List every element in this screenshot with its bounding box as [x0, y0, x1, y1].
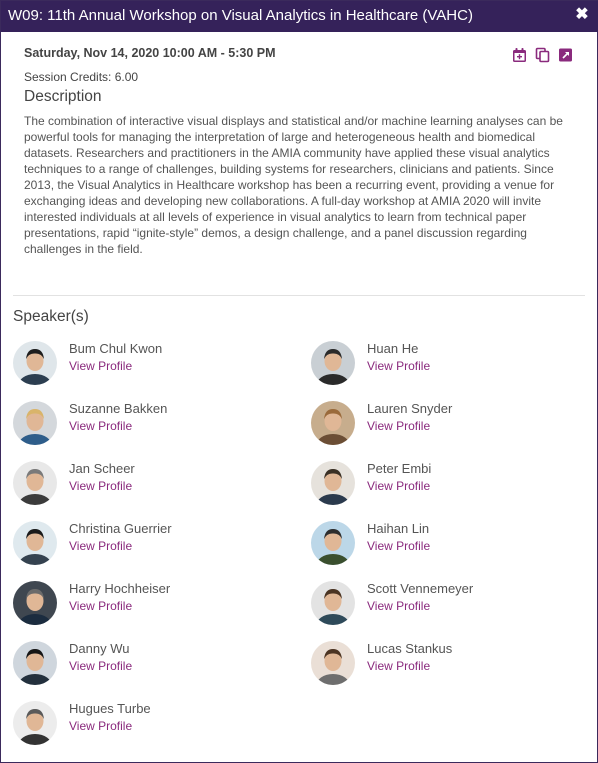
speaker-item: Huan He View Profile [311, 341, 571, 391]
view-profile-link[interactable]: View Profile [367, 659, 430, 673]
speaker-item: Jan Scheer View Profile [13, 461, 273, 511]
view-profile-link[interactable]: View Profile [69, 419, 132, 433]
speaker-avatar [13, 701, 57, 745]
speaker-avatar [311, 641, 355, 685]
modal-titlebar: W09: 11th Annual Workshop on Visual Anal… [1, 1, 598, 32]
speaker-name: Peter Embi [367, 461, 432, 476]
speaker-item: Peter Embi View Profile [311, 461, 571, 511]
speaker-name: Bum Chul Kwon [69, 341, 163, 356]
speaker-avatar [13, 341, 57, 385]
speaker-avatar [13, 401, 57, 445]
speaker-name: Jan Scheer [69, 461, 135, 476]
speaker-name: Huan He [367, 341, 419, 356]
speaker-item: Suzanne Bakken View Profile [13, 401, 273, 451]
speaker-name: Christina Guerrier [69, 521, 172, 536]
speaker-avatar [13, 641, 57, 685]
view-profile-link[interactable]: View Profile [69, 599, 132, 613]
speaker-avatar [311, 341, 355, 385]
speaker-name: Harry Hochheiser [69, 581, 171, 596]
view-profile-link[interactable]: View Profile [69, 479, 132, 493]
speaker-item: Lauren Snyder View Profile [311, 401, 571, 451]
speaker-avatar [311, 521, 355, 565]
speaker-name: Haihan Lin [367, 521, 430, 536]
speaker-item: Bum Chul Kwon View Profile [13, 341, 273, 391]
view-profile-link[interactable]: View Profile [367, 599, 430, 613]
session-credits: Session Credits: 6.00 [24, 70, 139, 84]
session-datetime: Saturday, Nov 14, 2020 10:00 AM - 5:30 P… [24, 46, 276, 60]
speaker-avatar [13, 581, 57, 625]
speakers-heading: Speaker(s) [13, 308, 89, 325]
speaker-item: Harry Hochheiser View Profile [13, 581, 273, 631]
speaker-avatar [311, 461, 355, 505]
section-divider [13, 295, 585, 296]
external-link-icon[interactable] [558, 47, 573, 63]
view-profile-link[interactable]: View Profile [367, 419, 430, 433]
speaker-avatar [13, 521, 57, 565]
speaker-item: Scott Vennemeyer View Profile [311, 581, 571, 631]
view-profile-link[interactable]: View Profile [69, 539, 132, 553]
speaker-item: Danny Wu View Profile [13, 641, 273, 691]
view-profile-link[interactable]: View Profile [69, 659, 132, 673]
session-modal: W09: 11th Annual Workshop on Visual Anal… [0, 0, 598, 763]
view-profile-link[interactable]: View Profile [367, 539, 430, 553]
speaker-item: Haihan Lin View Profile [311, 521, 571, 571]
speaker-avatar [311, 401, 355, 445]
speaker-avatar [13, 461, 57, 505]
session-tools [512, 47, 573, 65]
speaker-name: Danny Wu [69, 641, 130, 656]
speaker-avatar [311, 581, 355, 625]
add-to-calendar-icon[interactable] [512, 47, 527, 63]
modal-title: W09: 11th Annual Workshop on Visual Anal… [8, 7, 473, 24]
speaker-name: Lucas Stankus [367, 641, 453, 656]
speaker-name: Suzanne Bakken [69, 401, 168, 416]
speaker-item: Christina Guerrier View Profile [13, 521, 273, 571]
speaker-name: Scott Vennemeyer [367, 581, 474, 596]
description-heading: Description [24, 88, 102, 105]
view-profile-link[interactable]: View Profile [69, 719, 132, 733]
view-profile-link[interactable]: View Profile [367, 359, 430, 373]
speaker-name: Lauren Snyder [367, 401, 453, 416]
speaker-item: Lucas Stankus View Profile [311, 641, 571, 691]
speaker-name: Hugues Turbe [69, 701, 151, 716]
view-profile-link[interactable]: View Profile [367, 479, 430, 493]
description-text: The combination of interactive visual di… [24, 114, 563, 256]
speaker-item: Hugues Turbe View Profile [13, 701, 273, 751]
copy-icon[interactable] [535, 47, 550, 63]
view-profile-link[interactable]: View Profile [69, 359, 132, 373]
close-icon[interactable]: ✖ [575, 7, 589, 23]
